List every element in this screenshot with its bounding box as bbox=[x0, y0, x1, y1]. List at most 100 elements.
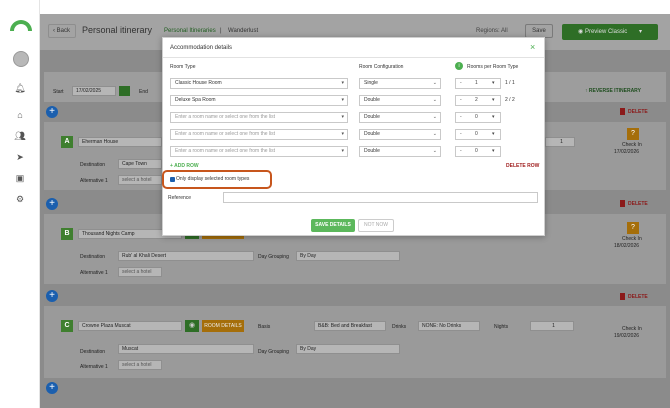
col-rooms-per-type: Rooms per Room Type bbox=[467, 64, 519, 70]
back-label: Back bbox=[56, 28, 71, 34]
image-icon[interactable]: ▣ bbox=[14, 172, 26, 184]
room-type-value: Classic House Room bbox=[175, 80, 222, 86]
basis-select[interactable]: B&B: Bed and Breakfast bbox=[314, 321, 386, 331]
room-config-select[interactable]: Double ⌄ bbox=[359, 129, 441, 140]
reverse-itinerary-button[interactable]: ↑ REVERSE ITINERARY bbox=[585, 88, 641, 94]
home-icon[interactable]: ⌂ bbox=[14, 109, 26, 121]
alternative-input[interactable]: select a hotel bbox=[118, 360, 162, 370]
delete-top-button[interactable]: DELETE bbox=[620, 108, 648, 115]
chevron-down-icon[interactable]: ▾ bbox=[492, 113, 495, 122]
hotel-input[interactable]: Crowne Plaza Muscat bbox=[78, 321, 182, 331]
destination-select[interactable]: Muscat bbox=[118, 344, 254, 354]
chevron-down-icon[interactable]: ▾ bbox=[492, 147, 495, 156]
room-type-placeholder: Enter a room name or select one from the… bbox=[175, 148, 276, 154]
add-row-button[interactable]: + ADD ROW bbox=[170, 163, 199, 169]
add-stop-button[interactable]: + bbox=[46, 382, 58, 394]
save-button[interactable]: Save bbox=[525, 24, 553, 38]
destination-label: Destination bbox=[80, 162, 106, 168]
users-icon[interactable]: 👥︎ bbox=[14, 130, 26, 142]
room-details-button[interactable]: ROOM DETAILS bbox=[202, 320, 244, 332]
add-stop-button[interactable]: + bbox=[46, 198, 58, 210]
eye-icon[interactable]: ◉ bbox=[185, 320, 199, 332]
grouping-label: Day Grouping bbox=[258, 349, 289, 355]
not-now-button[interactable]: NOT NOW bbox=[358, 219, 394, 232]
room-count-stepper[interactable]: - 1 ▾ bbox=[455, 78, 501, 89]
question-icon[interactable]: ? bbox=[627, 128, 639, 140]
drinks-select[interactable]: NONE: No Drinks bbox=[418, 321, 480, 331]
room-config-select[interactable]: Double ⌄ bbox=[359, 112, 441, 123]
breadcrumb-separator: | bbox=[220, 28, 222, 34]
delete-button[interactable]: DELETE bbox=[620, 293, 648, 300]
info-icon[interactable]: i bbox=[455, 62, 463, 70]
grouping-select[interactable]: By Day bbox=[296, 251, 400, 261]
room-count-stepper[interactable]: - 0 ▾ bbox=[455, 129, 501, 140]
breadcrumb-root[interactable]: Personal Itineraries bbox=[164, 28, 216, 34]
chevron-down-icon[interactable]: ▾ bbox=[492, 96, 495, 105]
regions-filter[interactable]: Regions: All bbox=[476, 28, 508, 34]
save-details-button[interactable]: SAVE DETAILS bbox=[311, 219, 355, 232]
bell-icon[interactable]: 🔔︎ bbox=[14, 82, 26, 94]
chevron-down-icon: ▾ bbox=[341, 80, 344, 86]
grouping-select[interactable]: By Day bbox=[296, 344, 400, 354]
modal-title: Accommodation details bbox=[170, 45, 233, 51]
destination-select[interactable]: Rub' al Khali Desert bbox=[118, 251, 254, 261]
checkin-label: Check In bbox=[622, 142, 642, 148]
stop-letter: C bbox=[61, 320, 73, 332]
alternative-label: Alternative 1 bbox=[80, 270, 108, 276]
gear-icon[interactable]: ⚙ bbox=[14, 193, 26, 205]
room-type-select[interactable]: Deluxe Spa Room ▾ bbox=[170, 95, 348, 106]
col-room-type: Room Type bbox=[170, 64, 196, 70]
decrement-icon[interactable]: - bbox=[460, 79, 462, 88]
question-icon[interactable]: ? bbox=[627, 222, 639, 234]
room-config-select[interactable]: Single ⌄ bbox=[359, 78, 441, 89]
chevron-down-icon: ⌄ bbox=[432, 97, 437, 103]
add-stop-button[interactable]: + bbox=[46, 290, 58, 302]
alternative-input[interactable]: select a hotel bbox=[118, 267, 162, 277]
destination-select[interactable]: Cape Town bbox=[118, 159, 162, 169]
close-icon[interactable]: × bbox=[530, 42, 535, 52]
room-config-select[interactable]: Double ⌄ bbox=[359, 146, 441, 157]
chevron-down-icon: ▾ bbox=[341, 148, 344, 154]
room-count-stepper[interactable]: - 0 ▾ bbox=[455, 146, 501, 157]
room-type-placeholder: Enter a room name or select one from the… bbox=[175, 114, 276, 120]
room-type-select[interactable]: Classic House Room ▾ bbox=[170, 78, 348, 89]
end-label: End bbox=[139, 89, 148, 95]
stop-letter: B bbox=[61, 228, 73, 240]
avatar[interactable] bbox=[13, 51, 29, 67]
decrement-icon[interactable]: - bbox=[460, 96, 462, 105]
room-config-value: Double bbox=[364, 131, 380, 137]
room-type-select[interactable]: Enter a room name or select one from the… bbox=[170, 146, 348, 157]
delete-row-button[interactable]: DELETE ROW bbox=[506, 163, 539, 169]
delete-button[interactable]: DELETE bbox=[620, 200, 648, 207]
room-config-select[interactable]: Double ⌄ bbox=[359, 95, 441, 106]
reference-label: Reference bbox=[168, 195, 192, 201]
room-ratio: 2 / 2 bbox=[505, 97, 515, 103]
room-type-select[interactable]: Enter a room name or select one from the… bbox=[170, 129, 348, 140]
preview-classic-button[interactable]: ◉ Preview Classic ▾ bbox=[562, 24, 658, 40]
decrement-icon[interactable]: - bbox=[460, 130, 462, 139]
alternative-input[interactable]: select a hotel bbox=[118, 175, 162, 185]
destination-label: Destination bbox=[80, 254, 106, 260]
decrement-icon[interactable]: - bbox=[460, 113, 462, 122]
calendar-icon[interactable] bbox=[119, 86, 130, 96]
decrement-icon[interactable]: - bbox=[460, 147, 462, 156]
chevron-down-icon[interactable]: ▾ bbox=[492, 130, 495, 139]
chevron-down-icon: ⌄ bbox=[432, 131, 437, 137]
send-icon[interactable]: ➤ bbox=[14, 151, 26, 163]
page-title: Personal itinerary bbox=[82, 25, 153, 35]
room-count-stepper[interactable]: - 2 ▾ bbox=[455, 95, 501, 106]
nights-stepper[interactable]: 1 bbox=[530, 321, 574, 331]
start-label: Start bbox=[53, 89, 64, 95]
hotel-input[interactable]: Eherman House bbox=[78, 137, 162, 147]
add-stop-button[interactable]: + bbox=[46, 106, 58, 118]
room-type-select[interactable]: Enter a room name or select one from the… bbox=[170, 112, 348, 123]
back-button[interactable]: ‹ Back bbox=[48, 24, 76, 38]
chevron-down-icon[interactable]: ▾ bbox=[492, 79, 495, 88]
room-type-value: Deluxe Spa Room bbox=[175, 97, 216, 103]
room-config-value: Double bbox=[364, 97, 380, 103]
reference-input[interactable] bbox=[223, 192, 538, 203]
nights-stepper[interactable]: 1 bbox=[545, 137, 575, 147]
chevron-down-icon: ▾ bbox=[341, 114, 344, 120]
room-count-stepper[interactable]: - 0 ▾ bbox=[455, 112, 501, 123]
start-date-input[interactable]: 17/02/2025 bbox=[72, 86, 116, 96]
